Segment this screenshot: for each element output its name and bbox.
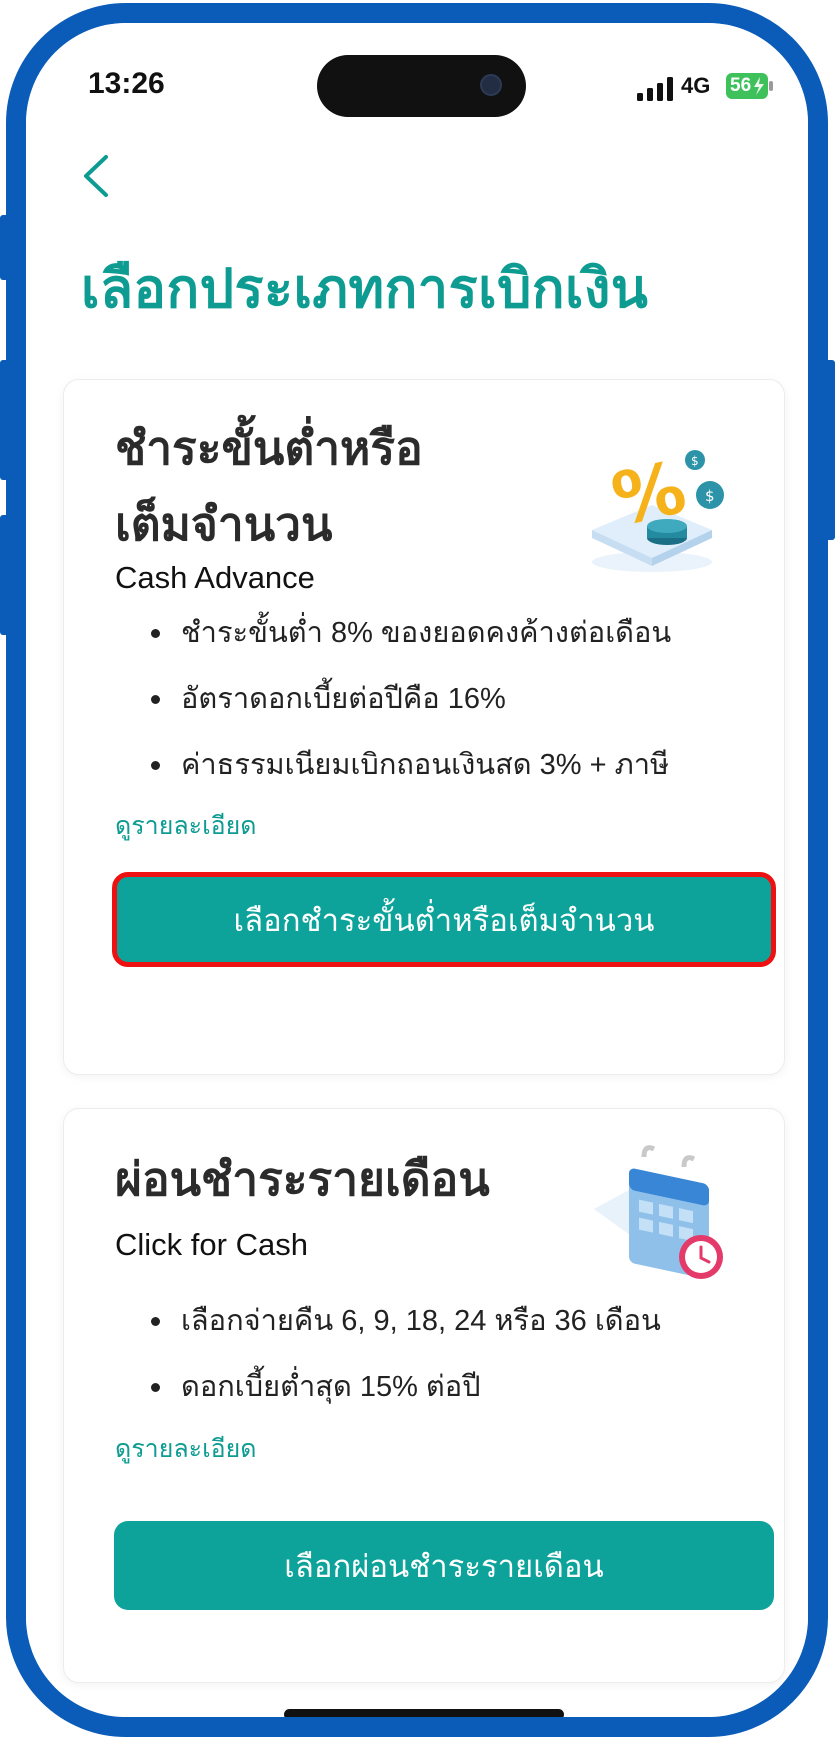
list-item: ชำระขั้นต่ำ 8% ของยอดคงค้างต่อเดือน: [115, 608, 671, 674]
back-chevron-icon[interactable]: [76, 151, 116, 201]
list-item: ค่าธรรมเนียมเบิกถอนเงินสด 3% + ภาษี: [115, 740, 671, 806]
page-title: เลือกประเภทการเบิกเงิน: [81, 259, 649, 319]
card-title: ชำระขั้นต่ำหรือ เต็มจำนวน: [115, 410, 555, 562]
cash-advance-card: ชำระขั้นต่ำหรือ เต็มจำนวน Cash Advance %…: [63, 379, 785, 1075]
feature-list: เลือกจ่ายคืน 6, 9, 18, 24 หรือ 36 เดือน …: [115, 1296, 661, 1428]
card-subtitle: Cash Advance: [115, 560, 315, 595]
card-title-line2: เต็มจำนวน: [115, 498, 333, 550]
svg-text:$: $: [691, 454, 699, 468]
camera-icon: [480, 74, 502, 96]
network-label: 4G: [681, 73, 711, 98]
select-monthly-installment-button[interactable]: เลือกผ่อนชำระรายเดือน: [114, 1521, 774, 1610]
view-details-link[interactable]: ดูรายละเอียด: [115, 1429, 257, 1469]
list-item: เลือกจ่ายคืน 6, 9, 18, 24 หรือ 36 เดือน: [115, 1296, 661, 1362]
status-time: 13:26: [88, 67, 165, 100]
card-title: ผ่อนชำระรายเดือน: [115, 1153, 490, 1205]
list-item: ดอกเบี้ยต่ำสุด 15% ต่อปี: [115, 1362, 661, 1428]
phone-frame: 13:26 4G 56 เลือกประเภทการเบิกเงิน ชำระข…: [6, 3, 828, 1737]
click-for-cash-card: ผ่อนชำระรายเดือน Click for Cash เลือกจ่า…: [63, 1108, 785, 1683]
card-subtitle: Click for Cash: [115, 1227, 308, 1262]
select-minimum-or-full-button[interactable]: เลือกชำระขั้นต่ำหรือเต็มจำนวน: [112, 872, 776, 967]
feature-list: ชำระขั้นต่ำ 8% ของยอดคงค้างต่อเดือน อัตร…: [115, 608, 671, 806]
percent-coins-icon: % $ $: [592, 445, 724, 572]
list-item: อัตราดอกเบี้ยต่อปีคือ 16%: [115, 674, 671, 740]
home-indicator[interactable]: [284, 1709, 564, 1717]
svg-text:$: $: [705, 487, 715, 505]
app-screen: 13:26 4G 56 เลือกประเภทการเบิกเงิน ชำระข…: [26, 23, 808, 1717]
view-details-link[interactable]: ดูรายละเอียด: [115, 806, 257, 846]
signal-icon: [637, 77, 673, 101]
battery-icon: 56: [726, 73, 774, 99]
battery-level: 56: [730, 75, 752, 96]
calendar-clock-icon: [594, 1145, 723, 1279]
card-title-line1: ชำระขั้นต่ำหรือ: [115, 422, 423, 474]
dynamic-island: [317, 55, 526, 117]
